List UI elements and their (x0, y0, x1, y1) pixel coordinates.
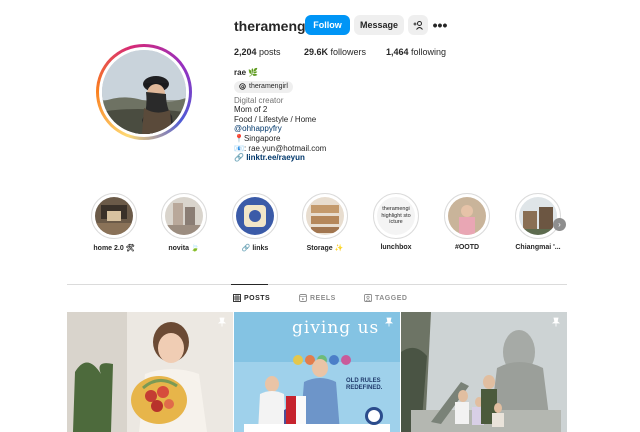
threads-badge[interactable]: theramengirl (234, 80, 293, 93)
highlight-cover-text: theramengi highlight sto icture (381, 206, 411, 226)
bio-line: Mom of 2 (234, 105, 268, 115)
tab-reels[interactable]: REELS (299, 294, 336, 302)
highlight-home[interactable]: home 2.0 🛠 (83, 193, 145, 252)
bio-line: Food / Lifestyle / Home (234, 114, 317, 124)
threads-icon (239, 83, 246, 90)
tagged-icon (364, 294, 372, 302)
suggest-users-button[interactable] (408, 15, 428, 35)
chevron-right-icon[interactable]: › (553, 218, 566, 231)
highlight-ootd[interactable]: #OOTD (436, 193, 498, 251)
reels-icon (299, 294, 307, 302)
highlight-cover (306, 197, 344, 235)
following-count[interactable]: 1,464 following (386, 47, 446, 57)
bio-name: rae 🌿 (234, 68, 259, 77)
profile-avatar[interactable] (96, 44, 192, 140)
posts-count: 2,204 posts (234, 47, 281, 57)
tabs-divider (67, 284, 567, 285)
pin-icon (551, 317, 561, 327)
avatar-photo (102, 50, 186, 134)
bio-category: Digital creator (234, 95, 284, 105)
follow-button[interactable]: Follow (305, 15, 350, 35)
highlight-cover: theramengi highlight sto icture (377, 197, 415, 235)
highlight-storage[interactable]: Storage ✨ (294, 193, 356, 252)
post-tile[interactable] (401, 312, 567, 432)
highlight-cover (236, 197, 274, 235)
followers-count[interactable]: 29.6K followers (304, 47, 366, 57)
tab-tagged[interactable]: TAGGED (364, 294, 407, 302)
pin-icon (217, 317, 227, 327)
message-button[interactable]: Message (354, 15, 404, 35)
highlight-cover (95, 197, 133, 235)
more-options-icon[interactable]: ••• (432, 15, 448, 35)
profile-bio: rae 🌿 theramengirl Digital creator Mom o… (234, 68, 326, 163)
highlight-cover (448, 197, 486, 235)
highlight-links[interactable]: 🔗 links (224, 193, 286, 252)
bio-external-link[interactable]: 🔗 linktr.ee/raeyun (234, 153, 326, 163)
highlight-cover (165, 197, 203, 235)
post-tile[interactable] (67, 312, 233, 432)
post-tagline: OLD RULES REDEFINED. (346, 378, 383, 391)
highlight-cover (519, 197, 557, 235)
post-headline: giving us (292, 318, 380, 338)
post-image (401, 312, 567, 432)
grid-icon (233, 294, 241, 302)
post-tile[interactable]: giving us OLD RULES REDEFINED. (234, 312, 400, 432)
post-image (67, 312, 233, 432)
bio-email: 📧: rae.yun@hotmail.com (234, 143, 327, 153)
bio-location: 📍Singapore (234, 133, 281, 143)
highlight-novita[interactable]: novita 🍃 (153, 193, 215, 252)
threads-handle: theramengirl (249, 82, 288, 90)
pin-icon (384, 317, 394, 327)
bio-mention-link[interactable]: @ohhappyfry (234, 124, 326, 134)
tab-posts[interactable]: POSTS (233, 294, 270, 302)
add-user-icon (413, 20, 423, 30)
active-tab-indicator (231, 284, 268, 285)
highlight-lunchbox[interactable]: theramengi highlight sto icture lunchbox (365, 193, 427, 251)
link-icon: 🔗 (234, 153, 247, 163)
